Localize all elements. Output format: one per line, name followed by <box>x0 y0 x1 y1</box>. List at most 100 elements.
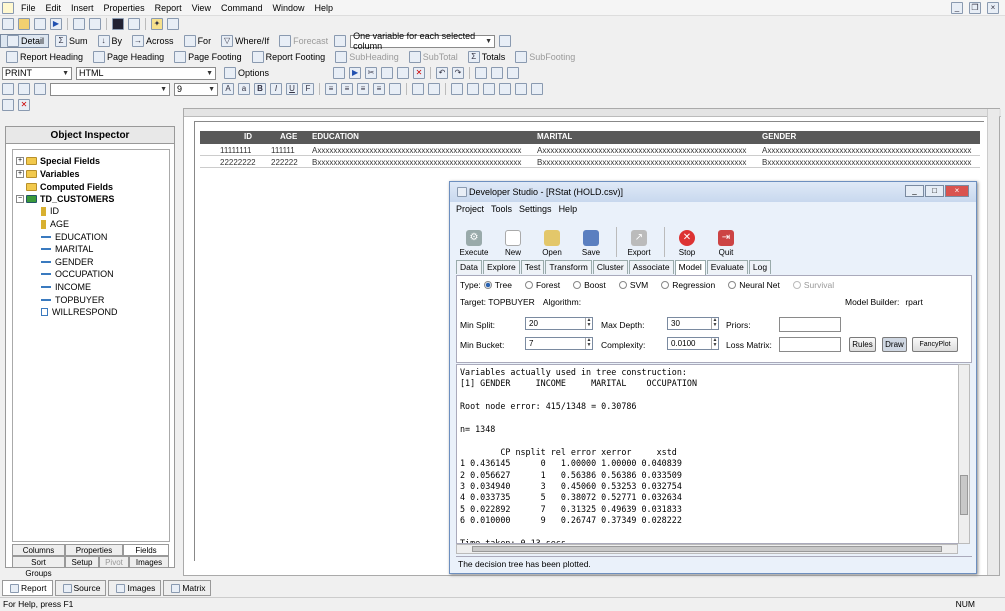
dev-menu-help[interactable]: Help <box>559 204 578 214</box>
report-heading-button[interactable]: Report Heading <box>0 50 87 64</box>
layout-icon[interactable] <box>491 67 504 79</box>
tree-node-computed-fields[interactable]: Computed Fields <box>26 182 113 192</box>
alert-icon[interactable] <box>483 83 495 95</box>
redo-icon[interactable]: ↷ <box>452 67 465 79</box>
tab-source[interactable]: Source <box>54 580 107 596</box>
open-folder-icon[interactable] <box>18 18 30 30</box>
radio-boost[interactable] <box>573 281 582 289</box>
scroll-thumb[interactable] <box>472 546 942 552</box>
sum-button[interactable]: Σ Sum <box>49 34 92 48</box>
spinner-arrows-icon[interactable]: ▲ ▼ <box>711 338 718 349</box>
view-icon[interactable] <box>475 67 488 79</box>
field-education[interactable]: EDUCATION <box>41 232 107 242</box>
new-file-icon[interactable] <box>2 18 14 30</box>
tools-x-icon[interactable]: ✕ <box>18 99 30 111</box>
mdi-close-icon[interactable]: × <box>987 2 999 14</box>
radio-svm[interactable] <box>618 281 627 289</box>
save-icon[interactable] <box>333 67 346 79</box>
align-center-icon[interactable]: ≡ <box>341 83 353 95</box>
console-horizontal-scrollbar[interactable] <box>456 544 958 554</box>
radio-regression[interactable] <box>661 281 670 289</box>
totals-button[interactable]: Σ Totals <box>462 50 510 64</box>
chart-icon[interactable] <box>167 18 179 30</box>
new-button[interactable]: New <box>495 230 531 257</box>
rules-button[interactable]: Rules <box>849 337 876 352</box>
list-view-icon[interactable] <box>2 83 14 95</box>
stop-button[interactable]: ✕ Stop <box>669 230 705 257</box>
canvas-scrollbar[interactable] <box>987 109 999 575</box>
output-console[interactable]: Variables actually used in tree construc… <box>456 364 964 544</box>
quit-button[interactable]: ⇥ Quit <box>708 230 744 257</box>
menu-view[interactable]: View <box>187 3 216 13</box>
max-depth-spinner[interactable]: 30 ▲ ▼ <box>667 317 719 330</box>
tab-model[interactable]: Model <box>674 260 706 275</box>
edit-icon[interactable] <box>34 18 46 30</box>
expand-icon[interactable]: + <box>16 170 24 178</box>
min-split-spinner[interactable]: 20 ▲ ▼ <box>525 317 593 330</box>
variable-combo[interactable]: One variable for each selected column ▼ <box>350 31 496 51</box>
field-age[interactable]: AGE <box>41 219 69 229</box>
col-header-id[interactable]: ID <box>244 132 252 141</box>
col-header-marital[interactable]: MARITAL <box>537 132 572 141</box>
delete-icon[interactable]: ✕ <box>413 67 426 79</box>
detail-button[interactable]: Detail <box>0 34 50 48</box>
by-button[interactable]: ↓ By <box>92 34 127 48</box>
variable-options-icon[interactable] <box>499 35 512 47</box>
menu-window[interactable]: Window <box>267 3 309 13</box>
menu-properties[interactable]: Properties <box>99 3 150 13</box>
open-button[interactable]: Open <box>534 230 570 257</box>
field-topbuyer[interactable]: TOPBUYER <box>41 295 104 305</box>
background-color-icon[interactable] <box>389 83 401 95</box>
for-button[interactable]: For <box>178 34 216 48</box>
format-combo[interactable]: HTML ▼ <box>76 66 216 80</box>
mdi-restore-icon[interactable]: ❐ <box>969 2 981 14</box>
dev-menu-tools[interactable]: Tools <box>491 204 512 214</box>
style-icon[interactable] <box>428 83 440 95</box>
graph-icon[interactable] <box>507 67 520 79</box>
menu-edit[interactable]: Edit <box>41 3 67 13</box>
radio-survival[interactable] <box>792 281 801 289</box>
font-size-combo[interactable]: 9 ▼ <box>174 82 218 96</box>
dev-menu-settings[interactable]: Settings <box>519 204 552 214</box>
col-header-gender[interactable]: GENDER <box>762 132 796 141</box>
radio-tree[interactable] <box>483 281 492 289</box>
mdi-minimize-icon[interactable]: _ <box>951 2 963 14</box>
fancy-plot-button[interactable]: FancyPlot <box>912 337 958 352</box>
tab-matrix[interactable]: Matrix <box>163 580 212 596</box>
tab-fields[interactable]: Fields <box>123 544 169 556</box>
expand-icon[interactable]: + <box>16 157 24 165</box>
undo-icon[interactable]: ↶ <box>436 67 449 79</box>
complexity-spinner[interactable]: 0.0100 ▲ ▼ <box>667 337 719 350</box>
paste-icon[interactable] <box>397 67 410 79</box>
dev-menu-project[interactable]: Project <box>456 204 484 214</box>
spinner-arrows-icon[interactable]: ▲ ▼ <box>585 338 592 349</box>
tree-node-td-customers[interactable]: − TD_CUSTOMERS <box>16 194 114 204</box>
subheading-button[interactable]: SubHeading <box>329 50 403 64</box>
tab-associate[interactable]: Associate <box>628 260 674 274</box>
tab-pivot[interactable]: Pivot <box>99 556 129 568</box>
menu-command[interactable]: Command <box>216 3 268 13</box>
across-button[interactable]: → Across <box>126 34 178 48</box>
underline-icon[interactable]: U <box>286 83 298 95</box>
star-icon[interactable]: ✦ <box>151 18 163 30</box>
tools-icon[interactable] <box>89 18 101 30</box>
grow-font-icon[interactable]: A <box>222 83 234 95</box>
align-left-icon[interactable]: ≡ <box>325 83 337 95</box>
field-income[interactable]: INCOME <box>41 282 91 292</box>
priors-input[interactable] <box>779 317 841 332</box>
report-footing-button[interactable]: Report Footing <box>246 50 330 64</box>
menu-help[interactable]: Help <box>309 3 338 13</box>
page-footing-button[interactable]: Page Footing <box>168 50 246 64</box>
tab-sort-groups[interactable]: Sort Groups <box>12 556 65 578</box>
run-icon[interactable]: ▶ <box>50 18 62 30</box>
tab-images[interactable]: Images <box>108 580 162 596</box>
window-titlebar[interactable]: Developer Studio - [RStat (HOLD.csv)] <box>450 182 976 202</box>
subfooting-button[interactable]: SubFooting <box>509 50 579 64</box>
tab-report[interactable]: Report <box>2 580 53 596</box>
radio-neural-net[interactable] <box>728 281 737 289</box>
minimize-button[interactable]: _ <box>905 185 924 197</box>
subtotal-button[interactable]: SubTotal <box>403 50 462 64</box>
options-button[interactable]: Options <box>218 66 273 80</box>
run-report-icon[interactable]: ▶ <box>349 67 362 79</box>
col-header-education[interactable]: EDUCATION <box>312 132 359 141</box>
